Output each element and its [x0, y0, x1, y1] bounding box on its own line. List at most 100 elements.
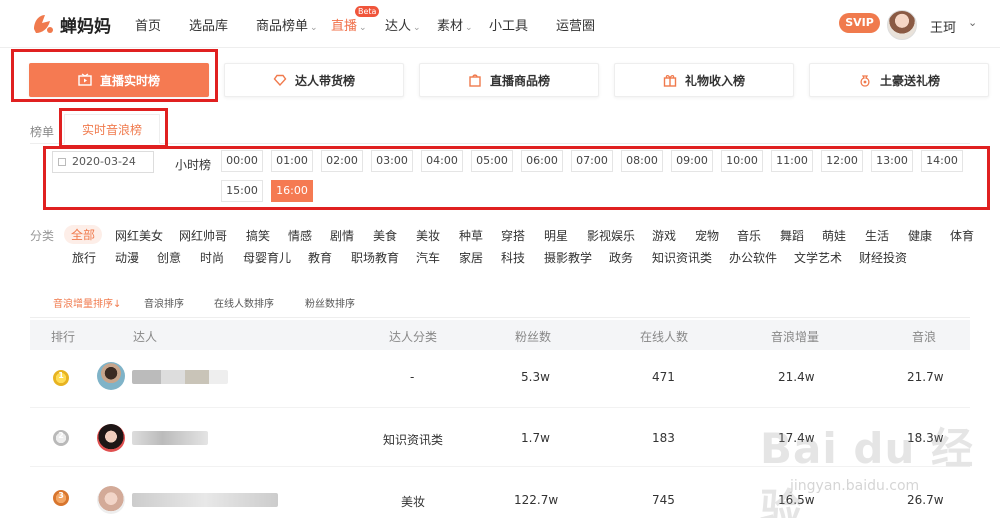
sort-label: 音浪增量排序 [53, 299, 113, 310]
influencer-avatar[interactable] [97, 486, 125, 514]
board-tab-live-products[interactable]: 直播商品榜 [419, 63, 599, 97]
svip-badge[interactable]: SVIP [839, 13, 880, 33]
category-chip[interactable]: 萌娃 [822, 227, 846, 244]
hour-button[interactable]: 08:00 [621, 150, 663, 172]
category-chip[interactable]: 文学艺术 [794, 249, 842, 266]
category-chip[interactable]: 穿搭 [501, 227, 525, 244]
brand-logo[interactable]: 蝉妈妈 [30, 11, 111, 37]
chevron-down-icon: ⌄ [359, 23, 367, 33]
nav-home[interactable]: 首页 [135, 15, 161, 34]
board-tab-label: 直播商品榜 [489, 73, 550, 88]
hour-button[interactable]: 11:00 [771, 150, 813, 172]
hour-button[interactable]: 15:00 [221, 180, 263, 202]
category-chip[interactable]: 旅行 [72, 249, 96, 266]
category-chip-active[interactable]: 全部 [64, 225, 103, 244]
category-cell: - [410, 370, 415, 384]
influencer-name-blurred[interactable] [132, 493, 278, 507]
hour-button[interactable]: 14:00 [921, 150, 963, 172]
hour-button[interactable]: 13:00 [871, 150, 913, 172]
influencer-avatar[interactable] [97, 424, 125, 452]
hour-button[interactable]: 01:00 [271, 150, 313, 172]
category-chip[interactable]: 家居 [459, 249, 483, 266]
nav-label: 直播 [331, 19, 358, 34]
sort-by-fans[interactable]: 粉丝数排序 [305, 295, 355, 310]
category-chip[interactable]: 舞蹈 [780, 227, 804, 244]
category-chip[interactable]: 体育 [950, 227, 974, 244]
online-cell: 471 [652, 370, 675, 384]
hour-button-active[interactable]: 16:00 [271, 180, 313, 202]
tab-realtime-sound-wave[interactable]: 实时音浪榜 [64, 114, 160, 144]
category-chip[interactable]: 财经投资 [859, 249, 907, 266]
category-chip[interactable]: 知识资讯类 [652, 249, 712, 266]
category-chip[interactable]: 动漫 [115, 249, 139, 266]
board-tab-label: 达人带货榜 [294, 73, 355, 88]
category-chip[interactable]: 种草 [459, 227, 483, 244]
category-chip[interactable]: 情感 [288, 227, 312, 244]
category-chip[interactable]: 网红帅哥 [179, 227, 227, 244]
hour-button[interactable]: 00:00 [221, 150, 263, 172]
user-name[interactable]: 王珂 [930, 17, 956, 36]
category-chip[interactable]: 汽车 [416, 249, 440, 266]
nav-product-library[interactable]: 选品库 [189, 15, 228, 34]
nav-ops-circle[interactable]: 运营圈 [556, 15, 595, 34]
category-chip[interactable]: 职场教育 [351, 249, 399, 266]
rank-number: 3 [58, 491, 64, 500]
online-cell: 745 [652, 493, 675, 507]
influencer-avatar[interactable] [97, 362, 125, 390]
sort-by-increase[interactable]: 音浪增量排序↓ [53, 295, 121, 310]
nav-live[interactable]: 直播 ⌄ [331, 15, 367, 34]
category-chip[interactable]: 生活 [865, 227, 889, 244]
hour-button[interactable]: 09:00 [671, 150, 713, 172]
hour-button[interactable]: 03:00 [371, 150, 413, 172]
influencer-name-blurred[interactable] [132, 370, 228, 384]
influencer-name-blurred[interactable] [132, 431, 208, 445]
category-chip[interactable]: 创意 [157, 249, 181, 266]
category-chip[interactable]: 影视娱乐 [587, 227, 635, 244]
user-avatar[interactable] [887, 10, 917, 40]
category-chip[interactable]: 美妆 [416, 227, 440, 244]
category-chip[interactable]: 宠物 [695, 227, 719, 244]
category-chip[interactable]: 搞笑 [246, 227, 270, 244]
category-label: 分类 [30, 229, 55, 243]
hour-button[interactable]: 05:00 [471, 150, 513, 172]
sort-by-online[interactable]: 在线人数排序 [214, 295, 274, 310]
nav-product-rankings[interactable]: 商品榜单 ⌄ [256, 15, 318, 34]
nav-influencers[interactable]: 达人 ⌄ [385, 15, 421, 34]
hour-button[interactable]: 06:00 [521, 150, 563, 172]
category-chip[interactable]: 母婴育儿 [243, 249, 291, 266]
nav-materials[interactable]: 素材 ⌄ [437, 15, 473, 34]
board-tab-label: 礼物收入榜 [684, 73, 745, 88]
board-tab-influencer-sales[interactable]: 达人带货榜 [224, 63, 404, 97]
category-chip[interactable]: 音乐 [737, 227, 761, 244]
hour-button[interactable]: 10:00 [721, 150, 763, 172]
hour-button[interactable]: 04:00 [421, 150, 463, 172]
category-chip[interactable]: 健康 [908, 227, 932, 244]
category-chip[interactable]: 游戏 [652, 227, 676, 244]
category-chip[interactable]: 美食 [373, 227, 397, 244]
board-tab-big-spender[interactable]: 土豪送礼榜 [809, 63, 989, 97]
increase-cell: 21.4w [778, 370, 815, 384]
chevron-down-icon[interactable]: ⌄ [968, 16, 977, 29]
sort-by-sound-wave[interactable]: 音浪排序 [144, 295, 184, 310]
board-tab-live-realtime[interactable]: 直播实时榜 [29, 63, 209, 97]
hour-button[interactable]: 02:00 [321, 150, 363, 172]
category-chip[interactable]: 时尚 [200, 249, 224, 266]
rank-number: 1 [58, 371, 64, 380]
list-label: 榜单 [30, 125, 55, 139]
category-chip[interactable]: 教育 [308, 249, 332, 266]
category-chip[interactable]: 政务 [609, 249, 633, 266]
table-row[interactable]: 1 - 5.3w 471 21.4w 21.7w [30, 350, 970, 408]
nav-tools[interactable]: 小工具 [489, 15, 528, 34]
date-picker[interactable]: 2020-03-24 [52, 151, 154, 173]
board-tab-gift-income[interactable]: 礼物收入榜 [614, 63, 794, 97]
hour-button[interactable]: 12:00 [821, 150, 863, 172]
hour-button[interactable]: 07:00 [571, 150, 613, 172]
chevron-down-icon: ⌄ [465, 23, 473, 33]
category-chip[interactable]: 明星 [544, 227, 568, 244]
category-chip[interactable]: 网红美女 [115, 227, 163, 244]
category-chip[interactable]: 剧情 [330, 227, 354, 244]
divider [30, 143, 970, 144]
category-chip[interactable]: 办公软件 [729, 249, 777, 266]
category-chip[interactable]: 科技 [501, 249, 525, 266]
category-chip[interactable]: 摄影教学 [544, 249, 592, 266]
